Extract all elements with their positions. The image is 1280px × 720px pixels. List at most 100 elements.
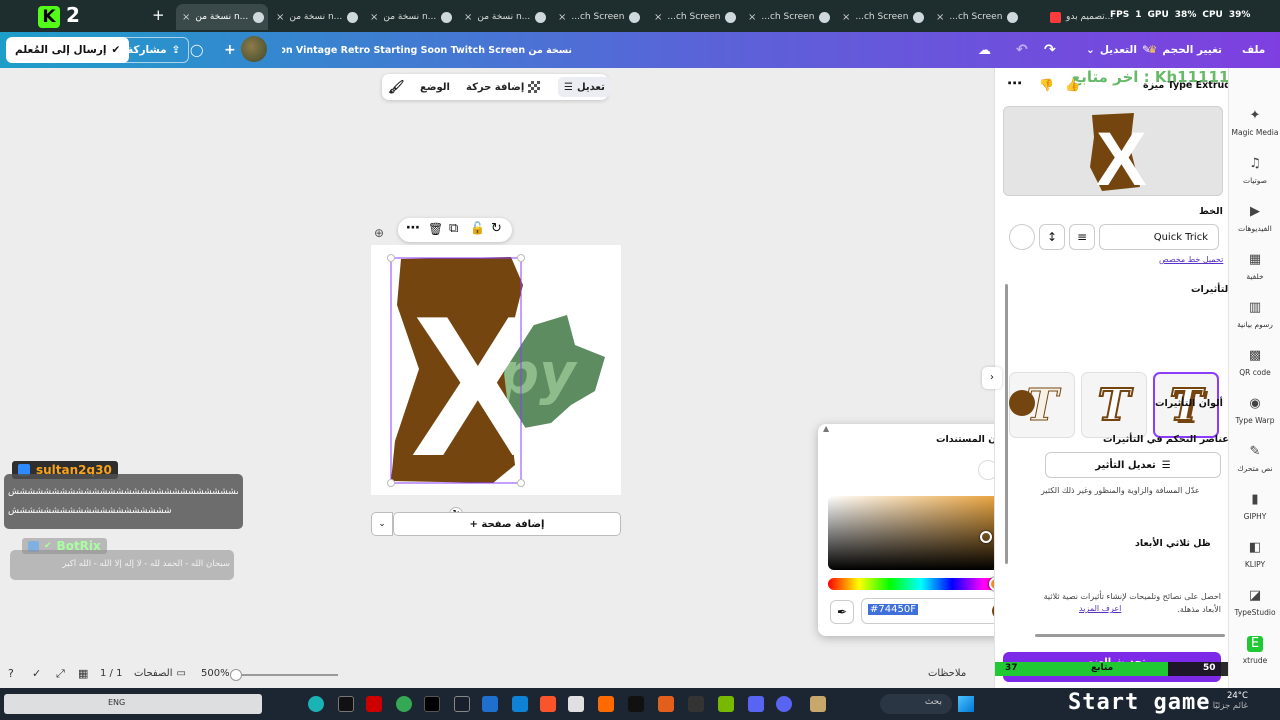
rail-item-charts[interactable]: ▥ رسوم بيانية — [1229, 300, 1280, 329]
browser-tab-active[interactable]: × نسخة من n... — [176, 4, 268, 30]
zoom-level[interactable]: 500% — [201, 668, 230, 679]
language-indicator[interactable]: ENG — [108, 698, 125, 707]
more-icon[interactable]: ⋯ — [1007, 74, 1022, 92]
notes-button[interactable]: ملاحظات — [928, 668, 966, 679]
taskbar-app-icon[interactable] — [512, 696, 528, 712]
transparency-button[interactable] — [528, 77, 540, 97]
effect-card[interactable]: T — [1081, 372, 1147, 438]
taskbar-app-icon[interactable] — [776, 696, 792, 712]
saturation-cursor[interactable] — [980, 531, 992, 543]
grid-view-icon[interactable]: ▦ — [78, 667, 88, 680]
taskbar-app-icon[interactable] — [718, 696, 734, 712]
comments-button[interactable]: ◯ — [190, 37, 203, 63]
scroll-up-icon[interactable]: ▲ — [823, 424, 829, 433]
rail-item-magic-media[interactable]: ✦ Magic Media — [1229, 108, 1280, 137]
hue-slider[interactable] — [828, 577, 1014, 591]
learn-more-link[interactable]: اعرف المزيد — [1079, 604, 1121, 613]
edit-mode-button[interactable]: ⌄ التعديل ✎ — [1086, 37, 1151, 63]
rail-item-typestudio[interactable]: ◪ TypeStudio — [1229, 588, 1280, 617]
add-page-button[interactable]: + إضافة صفحة — [393, 512, 621, 536]
font-select[interactable]: Quick Trick — [1099, 224, 1219, 250]
new-tab-button[interactable]: + — [152, 6, 165, 24]
taskbar-app-icon[interactable] — [482, 696, 498, 712]
weather-widget[interactable]: 24°C غائم جزئيًا — [1210, 691, 1248, 711]
browser-tab[interactable]: × ...ch Screen — [742, 4, 834, 30]
close-tab-icon[interactable]: × — [464, 12, 472, 23]
rail-item-animated-text[interactable]: ✎ نص متحرك — [1229, 444, 1280, 473]
lock-icon[interactable]: 🔓 — [470, 221, 485, 235]
cloud-saved-icon[interactable]: ☁ — [978, 37, 991, 63]
duplicate-icon[interactable]: ⧉ — [449, 221, 458, 236]
avatar[interactable] — [241, 36, 267, 62]
eyedropper-icon[interactable]: ✒ — [830, 600, 854, 624]
panel-scrollbar[interactable] — [1005, 284, 1008, 564]
browser-tab[interactable]: × ...ch Screen — [836, 4, 928, 30]
taskbar-app-icon[interactable] — [810, 696, 826, 712]
close-tab-icon[interactable]: × — [370, 12, 378, 23]
rail-item-extrude[interactable]: Extrude — [1229, 636, 1280, 665]
hex-value[interactable]: #74450F — [868, 604, 918, 615]
close-tab-icon[interactable]: × — [182, 12, 190, 23]
add-page-dropdown[interactable]: ⌄ — [371, 512, 393, 536]
taskbar-app-icon[interactable] — [598, 696, 614, 712]
browser-tab[interactable]: × ...ch Screen — [648, 4, 740, 30]
thumbs-up-icon[interactable]: 👍 — [1065, 78, 1080, 92]
thumbs-down-icon[interactable]: 👎 — [1039, 78, 1054, 92]
check-icon[interactable]: ✓ — [32, 667, 41, 680]
rail-item-giphy[interactable]: ▮ GIPHY — [1229, 492, 1280, 521]
line-spacing-icon[interactable]: ↕ — [1039, 224, 1065, 250]
rail-item-type-warp[interactable]: ◉ Type Warp — [1229, 396, 1280, 425]
animate-button[interactable]: إضافة حركة — [466, 77, 524, 97]
resize-button[interactable]: ♛ تغيير الحجم — [1148, 37, 1222, 63]
resize-handle[interactable] — [387, 254, 395, 262]
text-align-icon[interactable]: ≡ — [1069, 224, 1095, 250]
close-tab-icon[interactable]: × — [936, 12, 944, 23]
taskbar-app-icon[interactable] — [658, 696, 674, 712]
upload-font-link[interactable]: تحميل خط مخصص — [1159, 255, 1223, 264]
start-menu-icon[interactable] — [958, 696, 974, 712]
add-collaborator-button[interactable]: + — [224, 37, 236, 63]
taskbar-app-icon[interactable] — [540, 696, 556, 712]
browser-tab[interactable]: × ...ch Screen — [552, 4, 646, 30]
resize-handle[interactable] — [517, 479, 525, 487]
taskbar-app-icon[interactable] — [628, 696, 644, 712]
zoom-slider-thumb[interactable] — [230, 669, 242, 681]
edit-effect-button[interactable]: تعديل التأثير ☰ — [1045, 452, 1221, 478]
rail-item-audio[interactable]: ♫ صوتيات — [1229, 156, 1280, 185]
position-button[interactable]: الوضع — [420, 77, 450, 97]
horizontal-scrollbar[interactable] — [1035, 634, 1225, 637]
file-menu[interactable]: ملف — [1242, 37, 1265, 63]
design-title[interactable]: نسخة من Illustration Vintage Retro Start… — [282, 37, 572, 63]
design-page[interactable]: py X — [371, 245, 621, 498]
rail-item-klipy[interactable]: ◧ KLIPY — [1229, 540, 1280, 569]
taskbar-app-icon[interactable] — [366, 696, 382, 712]
effect-color-swatch[interactable] — [1009, 390, 1035, 416]
help-icon[interactable]: ? — [8, 667, 14, 680]
add-element-icon[interactable]: ⊕ — [374, 226, 384, 240]
close-tab-icon[interactable]: × — [748, 12, 756, 23]
pages-button[interactable]: الصفحات ▭ — [134, 668, 186, 679]
close-tab-icon[interactable]: × — [654, 12, 662, 23]
collapse-panel-button[interactable]: › — [982, 367, 1002, 389]
taskbar-app-icon[interactable] — [424, 696, 440, 712]
rail-item-background[interactable]: ▦ خلفية — [1229, 252, 1280, 281]
taskbar-app-icon[interactable] — [338, 696, 354, 712]
taskbar-app-icon[interactable] — [568, 696, 584, 712]
rail-item-qr[interactable]: ▩ QR code — [1229, 348, 1280, 377]
browser-tab[interactable]: × نسخة من n... — [270, 4, 362, 30]
fullscreen-icon[interactable]: ⤢ — [56, 667, 65, 681]
taskbar-app-icon[interactable] — [688, 696, 704, 712]
redo-button[interactable]: ↷ — [1044, 37, 1056, 63]
undo-button[interactable]: ↶ — [1016, 37, 1028, 63]
close-tab-icon[interactable]: × — [842, 12, 850, 23]
format-painter-icon[interactable]: 🖌 — [388, 77, 405, 97]
hex-input[interactable]: #74450F — [861, 598, 1013, 624]
rail-item-videos[interactable]: ▶ الفيديوهات — [1229, 204, 1280, 233]
browser-tab[interactable]: × ...ch Screen — [930, 4, 1042, 30]
close-tab-icon[interactable]: × — [276, 12, 284, 23]
send-to-teacher-button[interactable]: إرسال إلى المُعلم ✔ — [6, 37, 130, 63]
edit-tool-button[interactable]: ☰ تعديل — [558, 77, 611, 97]
browser-tab[interactable]: × نسخة من n... — [364, 4, 456, 30]
taskbar-app-icon[interactable] — [308, 696, 324, 712]
close-tab-icon[interactable]: × — [558, 12, 566, 23]
